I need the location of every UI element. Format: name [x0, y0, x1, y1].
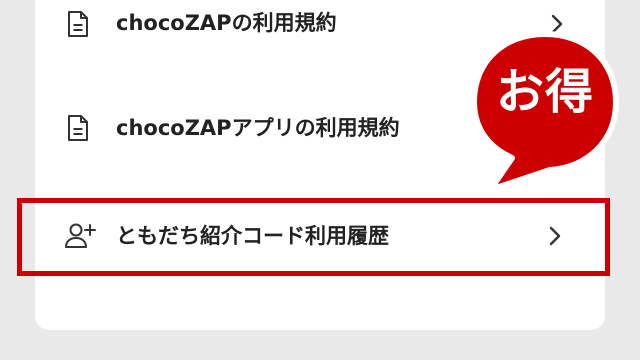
menu-item-label: chocoZAPアプリの利用規約 — [116, 116, 400, 140]
chevron-right-icon — [548, 225, 562, 247]
menu-item-label: chocoZAPの利用規約 — [116, 11, 337, 35]
add-user-icon — [64, 222, 98, 250]
menu-item-label: ともだち紹介コード利用履歴 — [116, 224, 389, 248]
menu-item-referral-history[interactable]: ともだち紹介コード利用履歴 — [35, 206, 605, 266]
badge-label: お得 — [495, 64, 594, 120]
document-icon — [66, 10, 90, 38]
document-icon — [66, 114, 90, 142]
